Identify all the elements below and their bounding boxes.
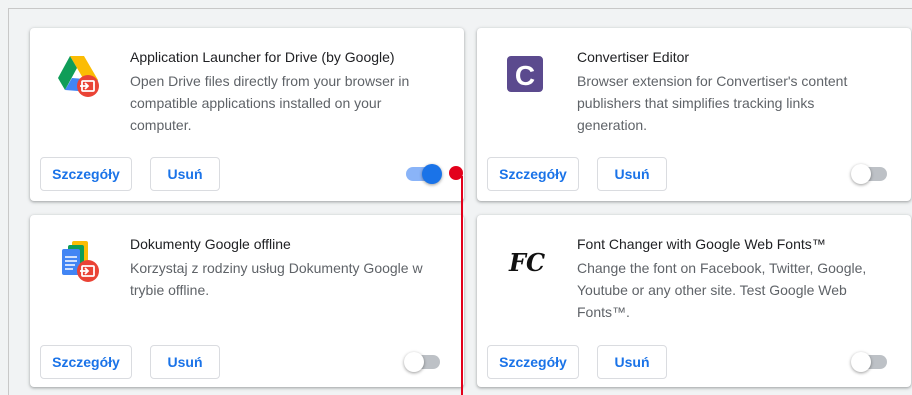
remove-button[interactable]: Usuń — [150, 157, 220, 191]
toggle-knob — [422, 164, 442, 184]
font-changer-icon: FC — [501, 237, 549, 285]
toggle-knob — [851, 164, 871, 184]
extension-title: Convertiser Editor — [577, 49, 690, 65]
extension-card-docs-offline: Dokumenty Google offline Korzystaj z rod… — [30, 215, 464, 387]
details-button[interactable]: Szczegóły — [487, 157, 579, 191]
google-docs-offline-icon — [54, 237, 102, 285]
extension-title: Dokumenty Google offline — [130, 236, 291, 252]
svg-text:C: C — [515, 60, 535, 91]
details-button[interactable]: Szczegóły — [40, 345, 132, 379]
convertiser-icon: C — [501, 50, 549, 98]
google-drive-launcher-icon — [54, 50, 102, 98]
extension-title: Application Launcher for Drive (by Googl… — [130, 49, 395, 65]
extension-description: Change the font on Facebook, Twitter, Go… — [577, 260, 867, 320]
annotation-dot — [449, 166, 463, 180]
remove-button[interactable]: Usuń — [597, 345, 667, 379]
extension-card-convertiser: C Convertiser Editor Browser extension f… — [477, 28, 911, 201]
toggle-knob — [851, 352, 871, 372]
extension-card-drive-launcher: Application Launcher for Drive (by Googl… — [30, 28, 464, 201]
extension-description: Open Drive files directly from your brow… — [130, 73, 410, 133]
enable-toggle[interactable] — [406, 164, 442, 184]
annotation-line — [461, 176, 463, 395]
enable-toggle[interactable] — [851, 352, 887, 372]
toggle-knob — [404, 352, 424, 372]
svg-text:FC: FC — [508, 248, 545, 277]
remove-button[interactable]: Usuń — [597, 157, 667, 191]
enable-toggle[interactable] — [404, 352, 440, 372]
remove-button[interactable]: Usuń — [150, 345, 220, 379]
extension-description: Browser extension for Convertiser's cont… — [577, 73, 848, 133]
details-button[interactable]: Szczegóły — [487, 345, 579, 379]
extension-title: Font Changer with Google Web Fonts™ — [577, 236, 826, 252]
extension-card-font-changer: FC Font Changer with Google Web Fonts™ C… — [477, 215, 911, 387]
extension-description: Korzystaj z rodziny usług Dokumenty Goog… — [130, 260, 423, 298]
details-button[interactable]: Szczegóły — [40, 157, 132, 191]
enable-toggle[interactable] — [851, 164, 887, 184]
